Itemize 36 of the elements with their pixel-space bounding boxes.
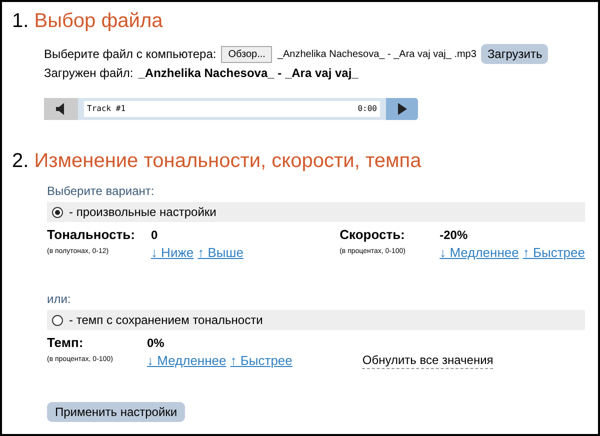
adjust-link[interactable]: ↑ Выше — [198, 245, 244, 261]
parameter-value: 0 — [150, 227, 159, 244]
option-label: - темп с сохранением тональности — [69, 312, 263, 329]
parameter-label: Тональность: — [47, 226, 135, 244]
section-number: 2. — [12, 150, 29, 172]
speaker-icon[interactable] — [44, 98, 78, 120]
adjust-link[interactable]: ↓ Ниже — [150, 245, 194, 261]
parameter-label: Темп: — [47, 334, 84, 352]
browse-button[interactable]: Обзор... — [221, 46, 272, 62]
parameter-value: -20% — [440, 227, 469, 244]
apply-button[interactable]: Применить настройки — [47, 402, 186, 422]
upload-button[interactable]: Загрузить — [481, 44, 548, 64]
adjust-link[interactable]: ↑ Быстрее — [522, 245, 585, 261]
file-name: _Anzhelika Nachesova_ - _Ara vaj vaj_ .mp3 — [277, 48, 476, 62]
track-time: 0:00 — [358, 103, 377, 115]
loaded-label: Загружен файл: — [44, 65, 134, 82]
loaded-file-name: _Anzhelika Nachesova_ - _Ara vaj vaj_ — [138, 65, 358, 82]
reset-link[interactable]: Обнулить все значения — [362, 352, 494, 369]
section-number: 1. — [12, 10, 29, 32]
section-title: Изменение тональности, скорости, темпа — [34, 150, 422, 172]
radio-button[interactable] — [52, 206, 63, 218]
parameter-value: 0% — [147, 335, 166, 352]
parameter-label: Скорость: — [340, 226, 406, 244]
play-icon[interactable] — [386, 98, 418, 120]
or-label: или: — [47, 291, 72, 307]
section-title: Выбор файла — [34, 10, 163, 32]
option-label: - произвольные настройки — [69, 204, 216, 221]
option-row[interactable]: - темп с сохранением тональности — [47, 310, 585, 330]
track-name: Track #1 — [87, 103, 126, 115]
radio-button[interactable] — [52, 314, 63, 326]
adjust-link[interactable]: ↓ Медленнее — [440, 245, 519, 261]
option-row[interactable]: - произвольные настройки — [47, 202, 585, 222]
file-label: Выберите файл с компьютера: — [44, 46, 216, 63]
adjust-link[interactable]: ↑ Быстрее — [230, 353, 292, 369]
adjust-link[interactable]: ↓ Медленнее — [147, 353, 226, 369]
prompt-label: Выберите вариант: — [47, 183, 156, 199]
